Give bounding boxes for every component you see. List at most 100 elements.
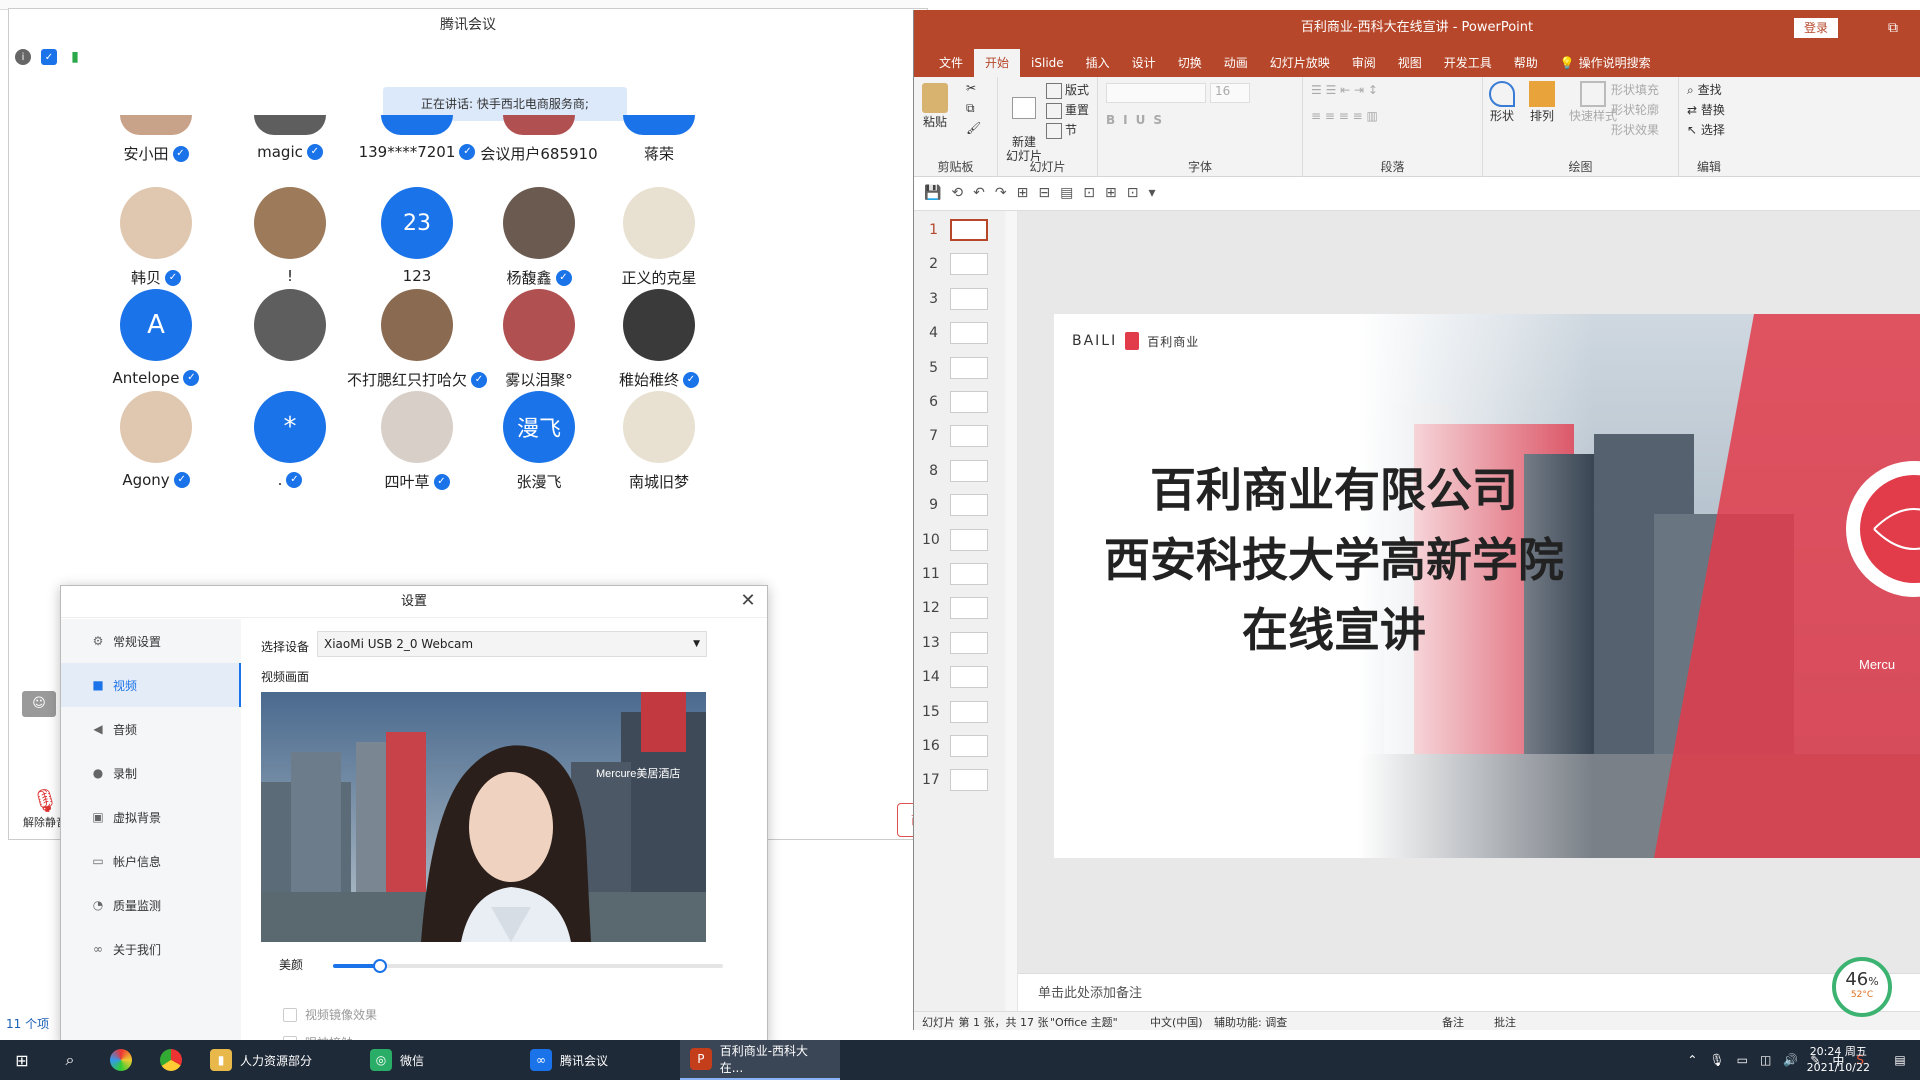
notes-toggle[interactable]: 备注: [1442, 1014, 1464, 1030]
search-button[interactable]: ⌕: [48, 1040, 92, 1080]
slide-thumbnail[interactable]: 3: [922, 286, 1002, 316]
quick-styles-button[interactable]: 快速样式: [1569, 81, 1617, 124]
beauty-slider[interactable]: [333, 959, 723, 973]
restore-icon[interactable]: ⧉: [1888, 18, 1898, 38]
chrome-button[interactable]: [150, 1040, 192, 1080]
mirror-checkbox[interactable]: 视频镜像效果: [283, 1006, 377, 1023]
reset-button[interactable]: 重置: [1046, 101, 1089, 119]
ribbon-tab[interactable]: 插入: [1075, 49, 1121, 77]
layout-button[interactable]: 版式: [1046, 81, 1089, 99]
participant-tile[interactable]: A Antelope ✓: [81, 289, 231, 399]
font-size-select[interactable]: 16: [1210, 83, 1250, 103]
settings-nav-item[interactable]: ■ 视频: [61, 663, 241, 707]
ribbon-tab[interactable]: 开始: [974, 49, 1021, 77]
participant-tile[interactable]: Agony ✓: [81, 391, 231, 501]
participant-tile[interactable]: 蒋荣: [584, 57, 734, 163]
slide-thumbnail[interactable]: 11: [922, 561, 1002, 591]
accessibility[interactable]: 辅助功能: 调查: [1214, 1014, 1287, 1030]
new-slide-button[interactable]: 新建 幻灯片: [1006, 83, 1042, 163]
color-app-button[interactable]: [100, 1040, 142, 1080]
mic-icon[interactable]: 🎙: [1709, 1053, 1724, 1067]
ribbon-tab[interactable]: 帮助: [1503, 49, 1549, 77]
shape-button[interactable]: 形状: [1489, 81, 1515, 124]
select-button[interactable]: ↖ 选择: [1687, 121, 1725, 138]
ribbon-tab[interactable]: 审阅: [1341, 49, 1387, 77]
shape-fill-button[interactable]: 形状填充: [1611, 81, 1659, 98]
chevron-up-icon[interactable]: ⌃: [1687, 1053, 1697, 1067]
participant-tile[interactable]: 安小田 ✓: [81, 57, 231, 163]
cut-icon[interactable]: ✂: [966, 81, 976, 95]
participant-tile[interactable]: 正义的克星: [584, 187, 734, 297]
ribbon-tab[interactable]: 文件: [928, 49, 974, 77]
qat-icons[interactable]: 💾⟲↶↷⊞⊟▤⊡⊞⊡▾: [924, 185, 1166, 201]
slide-thumbnail[interactable]: 9: [922, 492, 1002, 522]
taskbar-app[interactable]: P 百利商业-西科大在...: [680, 1040, 840, 1080]
slide-thumbnail[interactable]: 10: [922, 527, 1002, 557]
settings-nav-item[interactable]: ⚙ 常规设置: [61, 619, 241, 663]
ribbon-tab[interactable]: 设计: [1121, 49, 1167, 77]
align-icon[interactable]: ≡ ≡ ≡ ≡ ▥: [1311, 109, 1378, 123]
copy-icon[interactable]: ⧉: [966, 101, 975, 116]
settings-nav-item[interactable]: ● 录制: [61, 751, 241, 795]
slide-thumbnail[interactable]: 14: [922, 664, 1002, 694]
paste-button[interactable]: 粘贴: [922, 83, 948, 130]
shape-effect-button[interactable]: 形状效果: [1611, 121, 1659, 138]
participant-tile[interactable]: 稚始稚终 ✓: [584, 289, 734, 399]
ribbon-tab[interactable]: iSlide: [1020, 49, 1075, 77]
comments-toggle[interactable]: 批注: [1494, 1014, 1516, 1030]
ribbon-tab[interactable]: 幻灯片放映: [1259, 49, 1341, 77]
bullets-icon[interactable]: ☰ ☰ ⇤ ⇥ ↕: [1311, 83, 1378, 97]
info-icon[interactable]: i: [15, 49, 31, 65]
slide-thumbnail[interactable]: 15: [922, 699, 1002, 729]
login-button[interactable]: 登录: [1794, 18, 1838, 38]
shield-icon[interactable]: ✓: [41, 49, 57, 65]
settings-nav-item[interactable]: ▭ 帐户信息: [61, 839, 241, 883]
slide-thumbnail[interactable]: 12: [922, 595, 1002, 625]
tell-me-search[interactable]: 💡 操作说明搜索: [1549, 49, 1662, 77]
settings-nav-item[interactable]: ▣ 虚拟背景: [61, 795, 241, 839]
slide-thumbnail[interactable]: 6: [922, 389, 1002, 419]
slide-thumbnail[interactable]: 4: [922, 320, 1002, 350]
network-icon[interactable]: ◫: [1760, 1053, 1771, 1067]
language[interactable]: 中文(中国): [1150, 1014, 1203, 1030]
settings-nav-item[interactable]: ◔ 质量监测: [61, 883, 241, 927]
slide-thumbnail[interactable]: 8: [922, 458, 1002, 488]
taskbar-app[interactable]: ∞ 腾讯会议: [520, 1040, 670, 1080]
device-select[interactable]: XiaoMi USB 2_0 Webcam ▼: [317, 631, 707, 657]
slide-thumbnail[interactable]: 13: [922, 630, 1002, 660]
notes-pane[interactable]: 单击此处添加备注: [1018, 973, 1920, 1011]
close-icon[interactable]: ✕: [737, 590, 759, 612]
settings-nav-item[interactable]: ◀ 音频: [61, 707, 241, 751]
font-style-buttons[interactable]: BIUS: [1106, 113, 1170, 127]
start-button[interactable]: ⊞: [0, 1040, 44, 1080]
arrange-button[interactable]: 排列: [1529, 81, 1555, 124]
battery-icon[interactable]: ▭: [1737, 1053, 1748, 1067]
volume-icon[interactable]: 🔊: [1783, 1053, 1798, 1067]
notification-button[interactable]: ▤: [1880, 1040, 1920, 1080]
slide-thumbnail[interactable]: 2: [922, 251, 1002, 281]
battery-widget[interactable]: 46% 52°C: [1832, 957, 1892, 1017]
section-button[interactable]: 节: [1046, 121, 1077, 139]
find-button[interactable]: ⌕ 查找: [1687, 81, 1722, 98]
participant-tile[interactable]: 南城旧梦: [584, 391, 734, 501]
slide-thumbnail[interactable]: 1: [922, 217, 1002, 247]
beauty-slider-handle[interactable]: [372, 959, 387, 973]
replace-button[interactable]: ⇄ 替换: [1687, 101, 1725, 118]
format-painter-icon[interactable]: 🖌: [966, 121, 981, 135]
taskbar-app[interactable]: ◎ 微信: [360, 1040, 510, 1080]
slide-thumbnail[interactable]: 5: [922, 355, 1002, 385]
participant-tile[interactable]: 韩贝 ✓: [81, 187, 231, 297]
ribbon-tab[interactable]: 动画: [1213, 49, 1259, 77]
slide-thumbnail[interactable]: 17: [922, 767, 1002, 797]
shape-outline-button[interactable]: 形状轮廓: [1611, 101, 1659, 118]
slide-thumbnail[interactable]: 7: [922, 423, 1002, 453]
thumbnail-scrollbar[interactable]: [1006, 211, 1018, 1011]
ribbon-tab[interactable]: 开发工具: [1433, 49, 1503, 77]
slide-thumbnail[interactable]: 16: [922, 733, 1002, 763]
clock[interactable]: 20:24 周五 2021/10/22: [1807, 1044, 1870, 1076]
font-family-select[interactable]: [1106, 83, 1206, 103]
slide[interactable]: Mercu BAILI 百利商业 百利商业有限公司 西安科技大学高新学院 在线宣…: [1054, 314, 1920, 858]
ribbon-tab[interactable]: 切换: [1167, 49, 1213, 77]
taskbar-app[interactable]: ▮ 人力资源部分: [200, 1040, 350, 1080]
reaction-icon[interactable]: ☺: [22, 691, 56, 717]
